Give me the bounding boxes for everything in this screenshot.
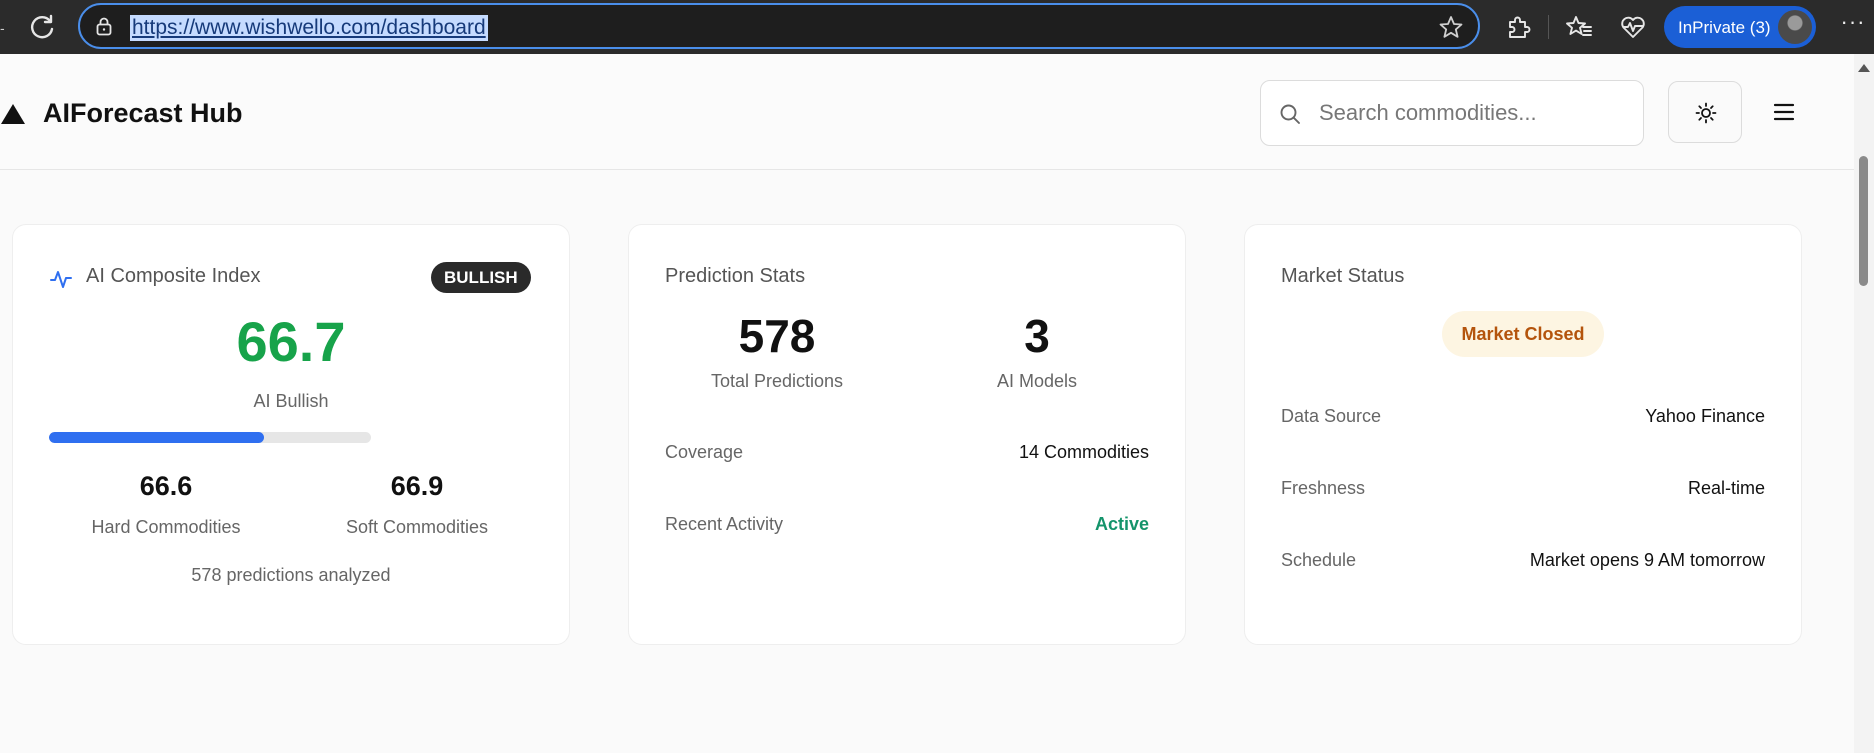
search-input[interactable] [1319,97,1619,129]
soft-commodities-label: Soft Commodities [345,517,489,537]
ai-models-value: 3 [1024,310,1050,362]
market-status-title: Market Status [1281,265,1405,287]
prediction-stats-card: Prediction Stats 578 Total Predictions 3… [628,224,1186,645]
hamburger-icon[interactable] [1770,98,1798,126]
recent-activity-value: Active [1094,514,1149,534]
url-text[interactable]: https://www.wishwello.com/dashboard [130,15,488,41]
market-closed-badge: Market Closed [1442,311,1604,357]
status-badge: BULLISH [431,262,531,293]
data-source-value: Yahoo Finance [1645,406,1765,426]
browser-toolbar: - https://www.wishwello.com/dashboard In… [0,0,1874,54]
scroll-up-arrow-icon[interactable] [1858,64,1870,72]
back-button-edge[interactable]: - [0,20,5,36]
hard-commodities-label: Hard Commodities [91,517,241,537]
predictions-footnote: 578 predictions analyzed [191,565,391,585]
app-header: AIForecast Hub [0,54,1854,170]
star-icon[interactable] [1438,14,1464,40]
puzzle-icon[interactable] [1504,13,1532,41]
address-bar[interactable]: https://www.wishwello.com/dashboard [78,3,1480,49]
triangle-logo-icon [1,104,25,124]
composite-value: 66.7 [236,310,346,373]
reload-icon[interactable] [26,11,58,43]
ai-models-label: AI Models [996,371,1078,391]
inprivate-label: InPrivate (3) [1678,18,1771,37]
data-source-label: Data Source [1281,406,1382,426]
favorites-icon[interactable] [1565,13,1593,41]
total-predictions-value: 578 [738,310,816,362]
scroll-thumb[interactable] [1859,156,1868,286]
lock-icon[interactable] [94,16,114,36]
schedule-label: Schedule [1281,550,1357,570]
composite-index-card: AI Composite Index BULLISH 66.7 AI Bulli… [12,224,570,645]
toolbar-divider [1548,15,1549,39]
prediction-stats-title: Prediction Stats [665,265,806,287]
composite-progress-fill [49,432,264,443]
schedule-value: Market opens 9 AM tomorrow [1529,550,1765,570]
coverage-label: Coverage [665,442,744,462]
composite-title: AI Composite Index [86,265,261,287]
avatar [1778,10,1812,44]
recent-activity-label: Recent Activity [665,514,784,534]
scrollbar[interactable] [1854,54,1874,753]
composite-caption: AI Bullish [253,391,329,411]
search-icon [1280,104,1300,124]
soft-commodities-value: 66.9 [390,471,444,501]
search-box[interactable] [1260,80,1644,146]
pulse-icon [50,271,72,288]
sun-icon [1695,102,1717,124]
market-status-card: Market Status Market Closed Data Source … [1244,224,1802,645]
heart-pulse-icon[interactable] [1619,13,1647,41]
more-icon[interactable]: ··· [1838,11,1868,41]
app-title[interactable]: AIForecast Hub [43,98,243,129]
hard-commodities-value: 66.6 [139,471,193,501]
inprivate-button[interactable]: InPrivate (3) [1664,6,1816,48]
composite-progress-bar [49,432,371,443]
theme-toggle-button[interactable] [1668,81,1742,143]
total-predictions-label: Total Predictions [710,371,844,391]
coverage-value: 14 Commodities [1018,442,1149,462]
freshness-label: Freshness [1281,478,1366,498]
freshness-value: Real-time [1687,478,1765,498]
